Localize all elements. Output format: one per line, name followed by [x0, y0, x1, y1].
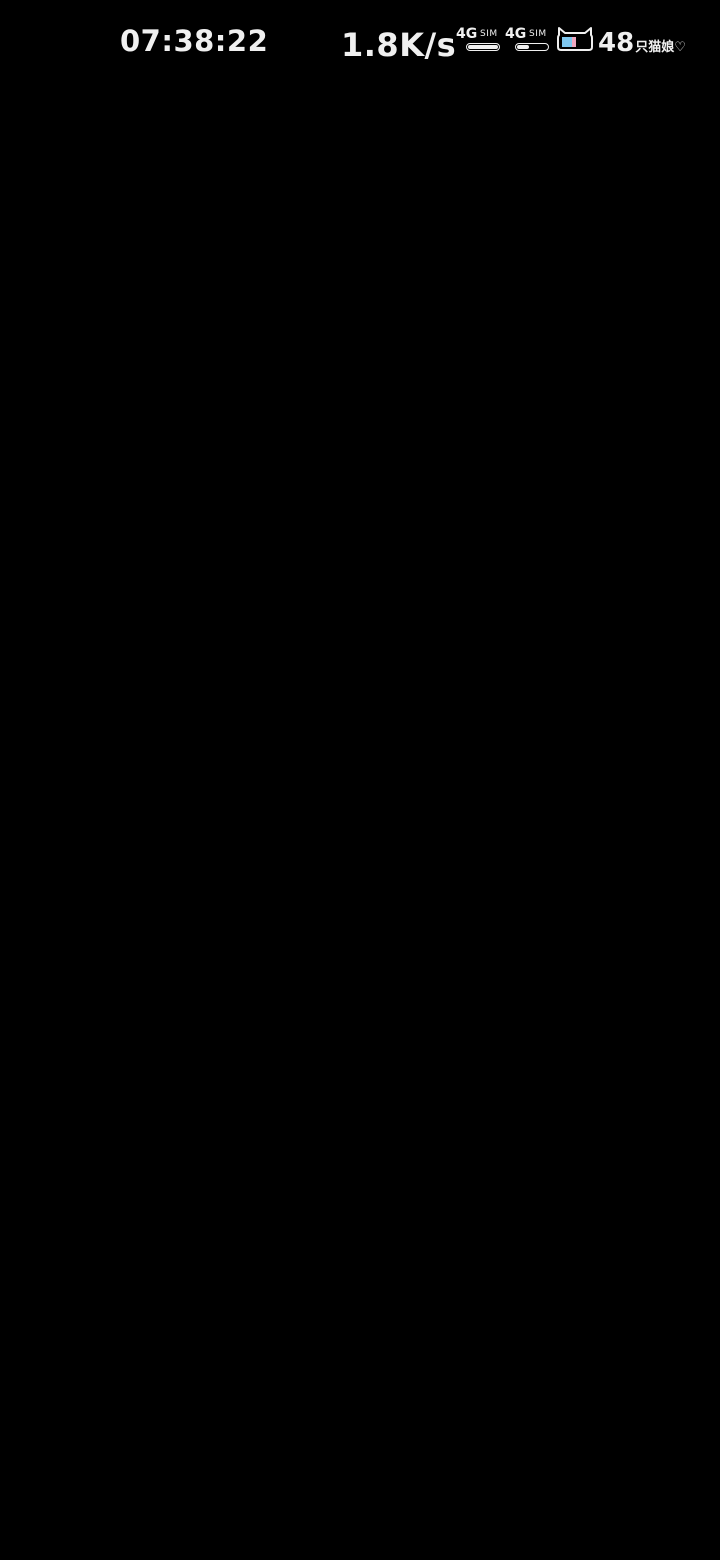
status-bar: 07:38:22 1.8K/s 4G SIM 4G SIM 48只猫娘♡: [0, 0, 720, 84]
sim2-signal-icon: [515, 43, 549, 51]
sim1-network-type: 4G: [456, 26, 478, 42]
battery-label: 48只猫娘♡: [598, 28, 686, 58]
status-clock: 07:38:22: [120, 24, 269, 58]
sim1-label: SIM: [480, 29, 498, 39]
sim2-network-type: 4G: [505, 26, 527, 42]
sim2-signal-fill: [517, 45, 529, 49]
battery-suffix: 只猫娘♡: [635, 40, 686, 55]
sim1-signal-icon: [466, 43, 500, 51]
sim2-label: SIM: [529, 29, 547, 39]
battery-level: 48: [598, 28, 635, 58]
network-speed: 1.8K/s: [341, 26, 457, 64]
cat-battery-icon: [557, 27, 593, 51]
sim1-status: 4G SIM: [456, 27, 502, 53]
sim2-status: 4G SIM: [505, 27, 551, 53]
sim1-signal-fill: [468, 45, 498, 49]
screen-content: [0, 84, 720, 1560]
